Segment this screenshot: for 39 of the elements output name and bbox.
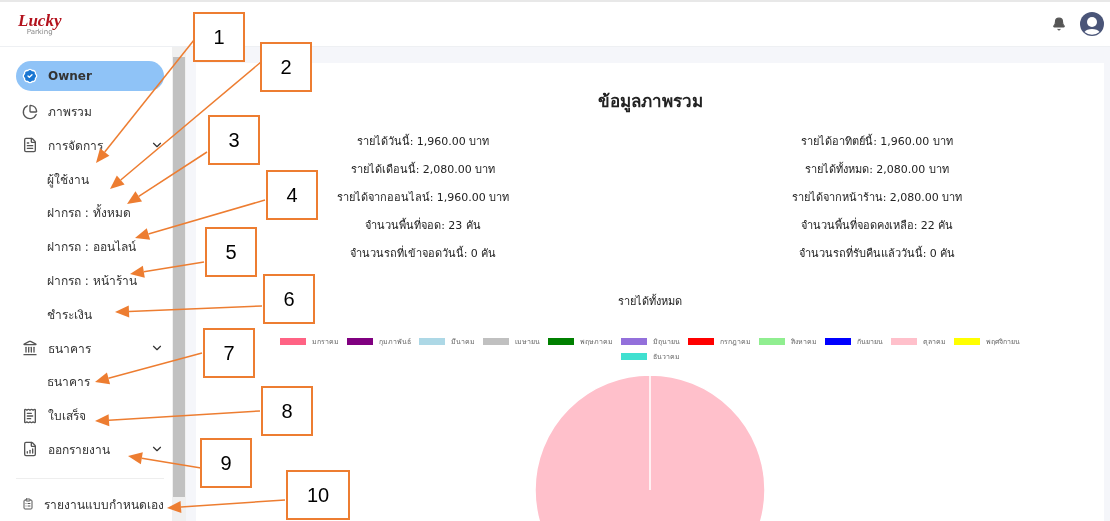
page-title: ข้อมูลภาพรวม [597, 90, 703, 114]
callout-label: 5 [205, 227, 257, 277]
chart-title: รายได้ทั้งหมด [618, 293, 682, 310]
sidebar-item[interactable]: การจัดการ [22, 128, 164, 163]
callout-label: 4 [266, 170, 318, 220]
stat-text: รายได้วันนี้: 1,960.00 บาท [356, 133, 490, 150]
bell-icon[interactable] [1052, 17, 1066, 31]
sidebar-subitem[interactable]: ชำระเงิน [0, 297, 172, 332]
sidebar-item[interactable]: ใบเสร็จ [22, 398, 164, 433]
callout-label: 2 [260, 42, 312, 92]
stat-text: รายได้จากออนไลน์: 1,960.00 บาท [336, 190, 510, 206]
callout-label: 3 [208, 115, 260, 165]
badge-check-icon [22, 67, 38, 84]
sidebar-item[interactable]: Owner [16, 61, 164, 91]
stat-text: จำนวนพื้นที่จอด: 23 คัน [365, 217, 481, 234]
sidebar-subitem[interactable]: ฝากรถ : หน้าร้าน [0, 263, 172, 298]
callout-label: 8 [261, 386, 313, 436]
scrollbar[interactable] [172, 47, 186, 521]
sidebar-subitem[interactable]: ฝากรถ : ทั้งหมด [0, 196, 172, 230]
stat-text: จำนวนรถที่เข้าจอดวันนี้: 0 คัน [349, 245, 497, 262]
sidebar-subitem[interactable]: ธนาคาร [0, 364, 172, 399]
callout-label: 10 [286, 470, 350, 520]
sidebar-item[interactable]: ธนาคาร [22, 331, 164, 365]
stat-text: รายได้อาทิตย์นี้: 1,960.00 บาท [801, 133, 953, 150]
sidebar-item[interactable]: ภาพรวม [22, 94, 164, 129]
callout-label: 9 [200, 438, 252, 488]
avatar-icon[interactable] [1080, 12, 1104, 36]
sidebar-subitem[interactable]: ฝากรถ : ออนไลน์ [0, 229, 172, 264]
stat-text: รายได้เดือนนี้: 2,080.00 บาท [350, 161, 496, 178]
callout-label: 7 [203, 328, 255, 378]
stat-text: จำนวนรถที่รับคืนแล้ววันนี้: 0 คัน [798, 245, 956, 262]
stat-text: รายได้ทั้งหมด: 2,080.00 บาท [805, 161, 949, 178]
sidebar-item[interactable]: รายงานแบบกำหนดเอง [22, 487, 164, 521]
sidebar-subitem[interactable]: ผู้ใช้งาน [0, 162, 172, 197]
sidebar-item[interactable]: ออกรายงาน [22, 432, 164, 467]
callout-label: 1 [193, 12, 245, 62]
callout-label: 6 [263, 274, 315, 324]
stat-text: รายได้จากหน้าร้าน: 2,080.00 บาท [791, 190, 963, 206]
stat-text: จำนวนพื้นที่จอดคงเหลือ: 22 คัน [800, 217, 954, 234]
